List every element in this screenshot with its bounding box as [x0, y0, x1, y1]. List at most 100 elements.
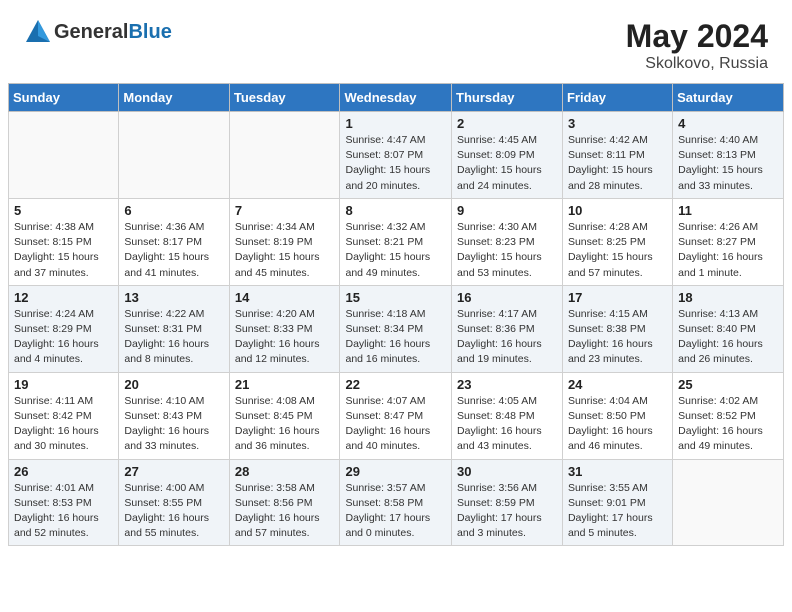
col-sunday: Sunday: [9, 84, 119, 112]
day-info: Sunrise: 4:05 AMSunset: 8:48 PMDaylight:…: [457, 394, 557, 455]
day-info: Sunrise: 4:04 AMSunset: 8:50 PMDaylight:…: [568, 394, 667, 455]
day-number: 30: [457, 464, 557, 479]
table-row: 28 Sunrise: 3:58 AMSunset: 8:56 PMDayligh…: [229, 459, 340, 546]
day-info: Sunrise: 4:36 AMSunset: 8:17 PMDaylight:…: [124, 220, 223, 281]
day-info: Sunrise: 4:00 AMSunset: 8:55 PMDaylight:…: [124, 481, 223, 542]
calendar-week-row: 5Sunrise: 4:38 AMSunset: 8:15 PMDaylight…: [9, 198, 784, 285]
day-number: 16: [457, 290, 557, 305]
col-friday: Friday: [562, 84, 672, 112]
day-info: Sunrise: 3:57 AMSunset: 8:58 PMDaylight:…: [345, 481, 446, 542]
day-number: 1: [345, 116, 446, 131]
page-header: GeneralBlue May 2024 Skolkovo, Russia: [0, 0, 792, 83]
day-info: Sunrise: 4:42 AMSunset: 8:11 PMDaylight:…: [568, 133, 667, 194]
day-number: 21: [235, 377, 335, 392]
table-row: [673, 459, 784, 546]
day-number: 8: [345, 203, 446, 218]
header-row: Sunday Monday Tuesday Wednesday Thursday…: [9, 84, 784, 112]
day-number: 3: [568, 116, 667, 131]
day-info: Sunrise: 3:56 AMSunset: 8:59 PMDaylight:…: [457, 481, 557, 542]
day-info: Sunrise: 4:32 AMSunset: 8:21 PMDaylight:…: [345, 220, 446, 281]
day-info: Sunrise: 4:28 AMSunset: 8:25 PMDaylight:…: [568, 220, 667, 281]
day-number: 7: [235, 203, 335, 218]
table-row: 8 Sunrise: 4:32 AMSunset: 8:21 PMDaylight…: [340, 198, 452, 285]
table-row: 5Sunrise: 4:38 AMSunset: 8:15 PMDaylight…: [9, 198, 119, 285]
day-info: Sunrise: 4:24 AMSunset: 8:29 PMDaylight:…: [14, 307, 113, 368]
day-number: 17: [568, 290, 667, 305]
calendar-week-row: 1 Sunrise: 4:47 AMSunset: 8:07 PMDaylight…: [9, 112, 784, 199]
table-row: 30 Sunrise: 3:56 AMSunset: 8:59 PMDayligh…: [452, 459, 563, 546]
calendar-table: Sunday Monday Tuesday Wednesday Thursday…: [8, 83, 784, 546]
calendar-week-row: 26Sunrise: 4:01 AMSunset: 8:53 PMDayligh…: [9, 459, 784, 546]
logo: GeneralBlue: [24, 18, 172, 46]
table-row: 29 Sunrise: 3:57 AMSunset: 8:58 PMDayligh…: [340, 459, 452, 546]
day-number: 31: [568, 464, 667, 479]
table-row: [9, 112, 119, 199]
col-saturday: Saturday: [673, 84, 784, 112]
day-number: 19: [14, 377, 113, 392]
day-info: Sunrise: 4:40 AMSunset: 8:13 PMDaylight:…: [678, 133, 778, 194]
table-row: [119, 112, 229, 199]
day-info: Sunrise: 4:02 AMSunset: 8:52 PMDaylight:…: [678, 394, 778, 455]
day-info: Sunrise: 3:55 AMSunset: 9:01 PMDaylight:…: [568, 481, 667, 542]
table-row: 24Sunrise: 4:04 AMSunset: 8:50 PMDayligh…: [562, 372, 672, 459]
day-info: Sunrise: 4:15 AMSunset: 8:38 PMDaylight:…: [568, 307, 667, 368]
calendar-wrapper: Sunday Monday Tuesday Wednesday Thursday…: [0, 83, 792, 554]
table-row: 9 Sunrise: 4:30 AMSunset: 8:23 PMDaylight…: [452, 198, 563, 285]
table-row: 14Sunrise: 4:20 AMSunset: 8:33 PMDayligh…: [229, 285, 340, 372]
day-number: 15: [345, 290, 446, 305]
day-number: 6: [124, 203, 223, 218]
table-row: 27Sunrise: 4:00 AMSunset: 8:55 PMDayligh…: [119, 459, 229, 546]
day-number: 12: [14, 290, 113, 305]
table-row: 4 Sunrise: 4:40 AMSunset: 8:13 PMDaylight…: [673, 112, 784, 199]
table-row: 26Sunrise: 4:01 AMSunset: 8:53 PMDayligh…: [9, 459, 119, 546]
day-number: 22: [345, 377, 446, 392]
col-monday: Monday: [119, 84, 229, 112]
day-number: 20: [124, 377, 223, 392]
day-info: Sunrise: 4:01 AMSunset: 8:53 PMDaylight:…: [14, 481, 113, 542]
day-info: Sunrise: 4:22 AMSunset: 8:31 PMDaylight:…: [124, 307, 223, 368]
day-info: Sunrise: 4:17 AMSunset: 8:36 PMDaylight:…: [457, 307, 557, 368]
table-row: 16 Sunrise: 4:17 AMSunset: 8:36 PMDayligh…: [452, 285, 563, 372]
calendar-body: 1 Sunrise: 4:47 AMSunset: 8:07 PMDaylight…: [9, 112, 784, 546]
calendar-week-row: 19 Sunrise: 4:11 AMSunset: 8:42 PMDayligh…: [9, 372, 784, 459]
table-row: 18 Sunrise: 4:13 AMSunset: 8:40 PMDayligh…: [673, 285, 784, 372]
day-number: 25: [678, 377, 778, 392]
title-block: May 2024 Skolkovo, Russia: [626, 18, 768, 73]
day-info: Sunrise: 4:13 AMSunset: 8:40 PMDaylight:…: [678, 307, 778, 368]
calendar-week-row: 12 Sunrise: 4:24 AMSunset: 8:29 PMDayligh…: [9, 285, 784, 372]
table-row: 6 Sunrise: 4:36 AMSunset: 8:17 PMDaylight…: [119, 198, 229, 285]
day-number: 5: [14, 203, 113, 218]
col-thursday: Thursday: [452, 84, 563, 112]
day-info: Sunrise: 3:58 AMSunset: 8:56 PMDaylight:…: [235, 481, 335, 542]
table-row: [229, 112, 340, 199]
day-number: 18: [678, 290, 778, 305]
day-info: Sunrise: 4:45 AMSunset: 8:09 PMDaylight:…: [457, 133, 557, 194]
table-row: 12 Sunrise: 4:24 AMSunset: 8:29 PMDayligh…: [9, 285, 119, 372]
table-row: 31 Sunrise: 3:55 AMSunset: 9:01 PMDayligh…: [562, 459, 672, 546]
calendar-header: Sunday Monday Tuesday Wednesday Thursday…: [9, 84, 784, 112]
day-info: Sunrise: 4:30 AMSunset: 8:23 PMDaylight:…: [457, 220, 557, 281]
table-row: 22Sunrise: 4:07 AMSunset: 8:47 PMDayligh…: [340, 372, 452, 459]
day-number: 4: [678, 116, 778, 131]
table-row: 7 Sunrise: 4:34 AMSunset: 8:19 PMDaylight…: [229, 198, 340, 285]
day-number: 28: [235, 464, 335, 479]
day-info: Sunrise: 4:08 AMSunset: 8:45 PMDaylight:…: [235, 394, 335, 455]
table-row: 13Sunrise: 4:22 AMSunset: 8:31 PMDayligh…: [119, 285, 229, 372]
day-number: 23: [457, 377, 557, 392]
day-number: 2: [457, 116, 557, 131]
day-info: Sunrise: 4:11 AMSunset: 8:42 PMDaylight:…: [14, 394, 113, 455]
month-year-title: May 2024: [626, 18, 768, 55]
day-number: 29: [345, 464, 446, 479]
location-subtitle: Skolkovo, Russia: [626, 55, 768, 73]
day-number: 14: [235, 290, 335, 305]
day-number: 9: [457, 203, 557, 218]
day-info: Sunrise: 4:34 AMSunset: 8:19 PMDaylight:…: [235, 220, 335, 281]
day-info: Sunrise: 4:10 AMSunset: 8:43 PMDaylight:…: [124, 394, 223, 455]
table-row: 2 Sunrise: 4:45 AMSunset: 8:09 PMDaylight…: [452, 112, 563, 199]
day-info: Sunrise: 4:47 AMSunset: 8:07 PMDaylight:…: [345, 133, 446, 194]
col-tuesday: Tuesday: [229, 84, 340, 112]
logo-text: GeneralBlue: [54, 21, 172, 44]
table-row: 17 Sunrise: 4:15 AMSunset: 8:38 PMDayligh…: [562, 285, 672, 372]
table-row: 20 Sunrise: 4:10 AMSunset: 8:43 PMDayligh…: [119, 372, 229, 459]
table-row: 19 Sunrise: 4:11 AMSunset: 8:42 PMDayligh…: [9, 372, 119, 459]
